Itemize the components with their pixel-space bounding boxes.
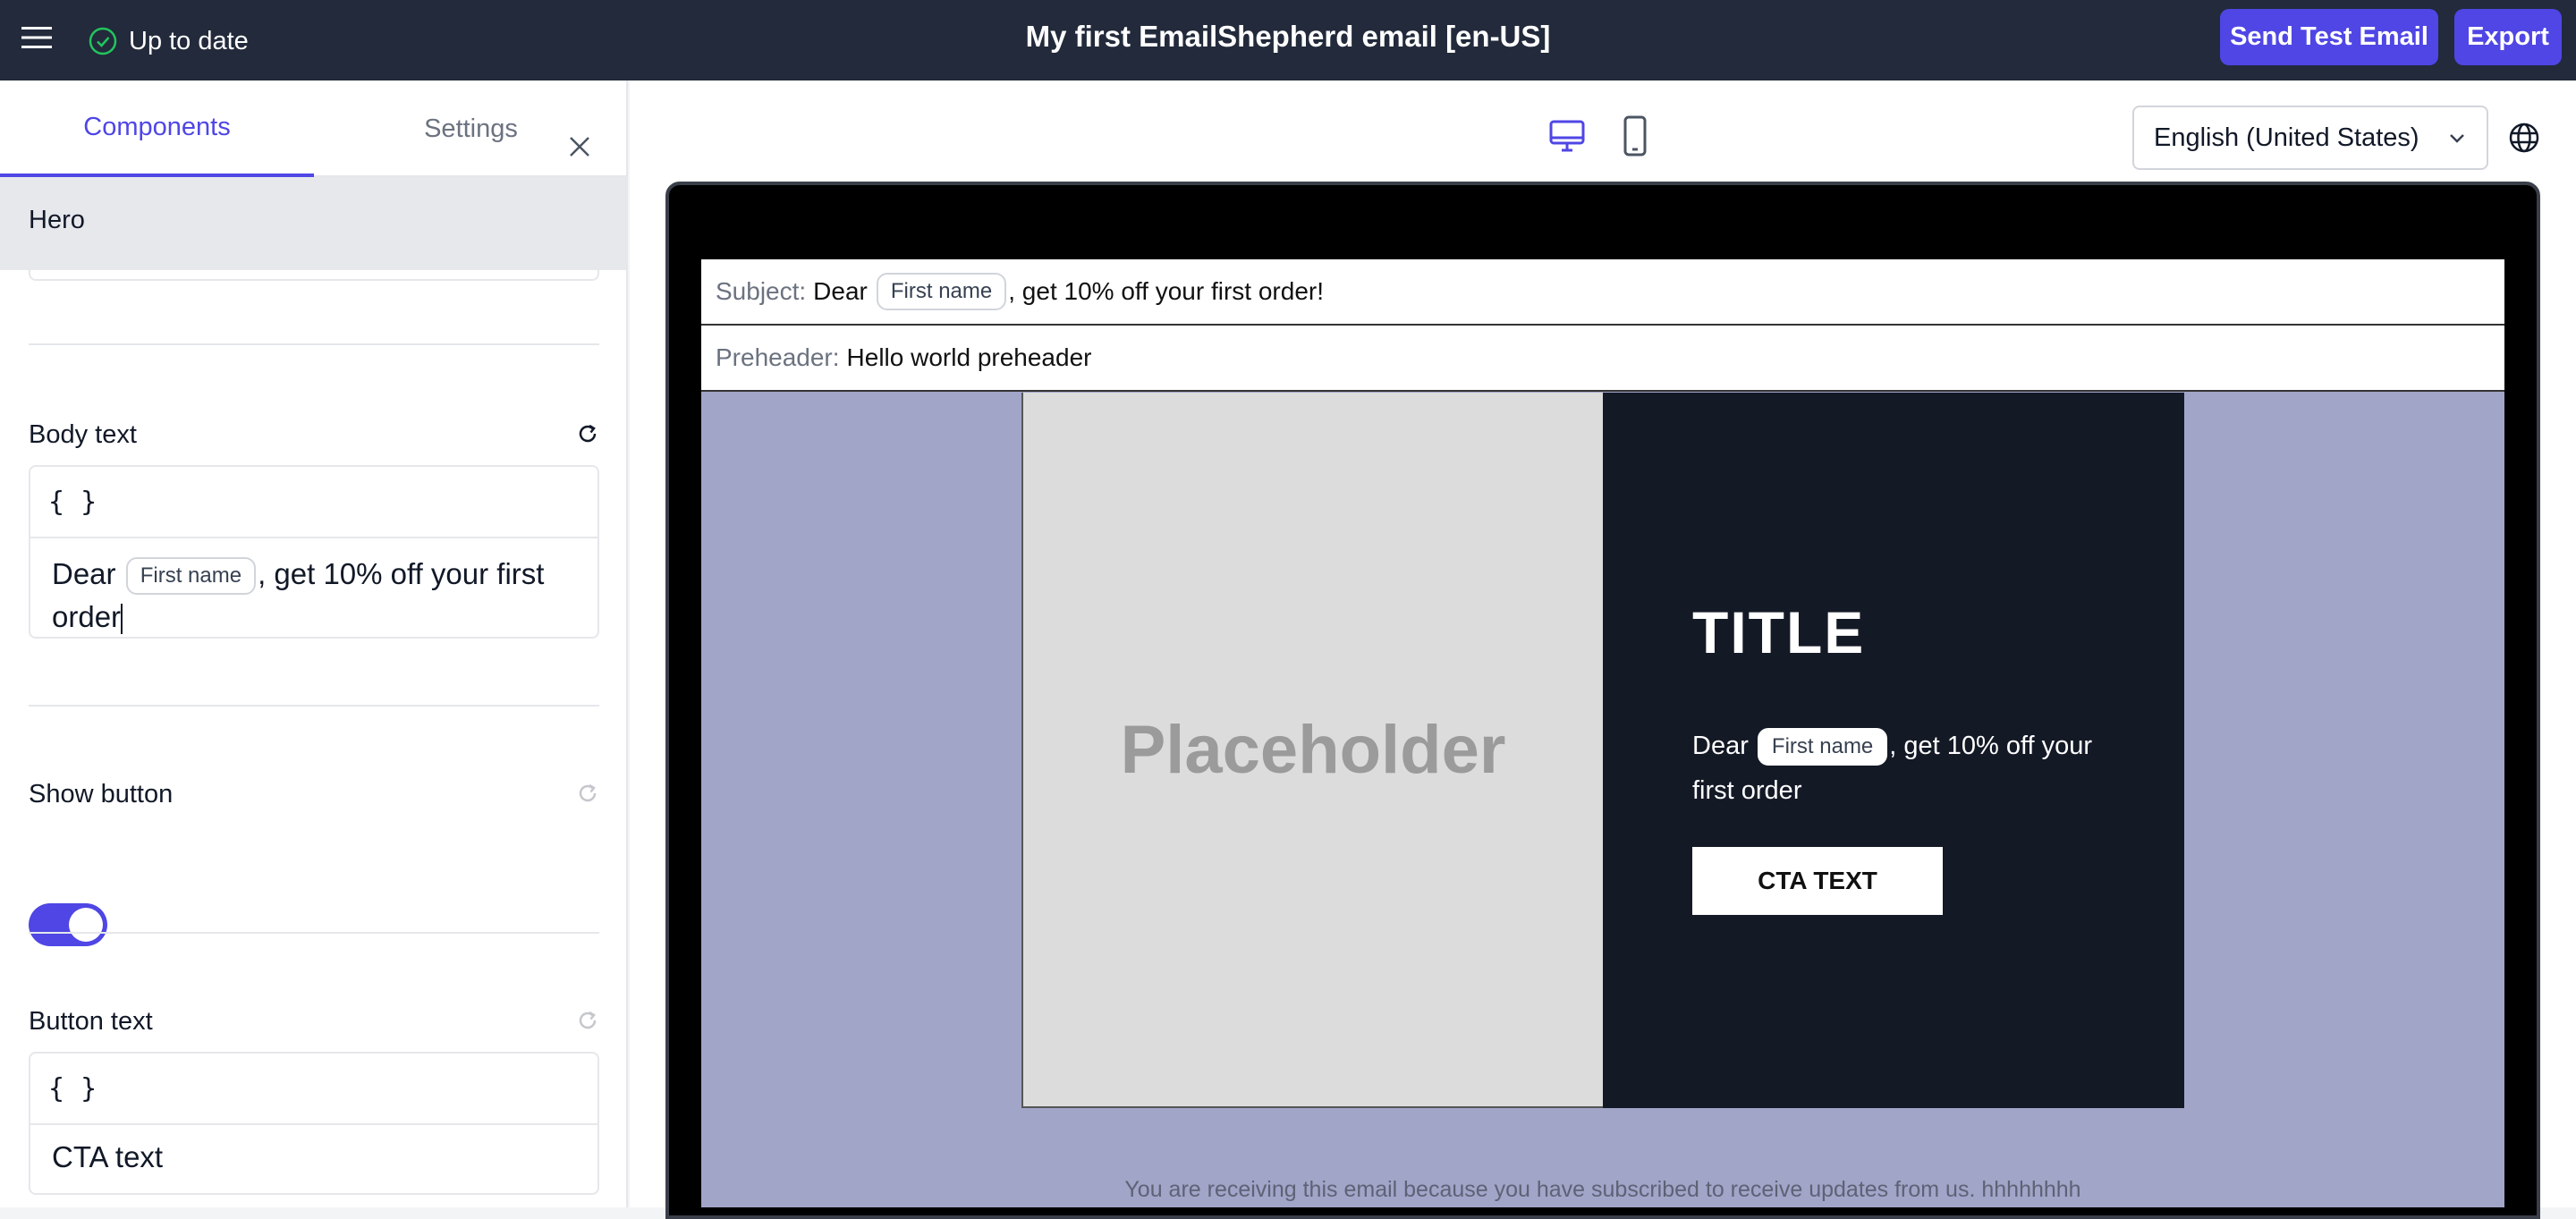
- subject-line: Subject: Dear First name , get 10% off y…: [701, 259, 2504, 326]
- preheader-label: Preheader:: [716, 343, 840, 371]
- subject-after: , get 10% off your first order!: [1008, 277, 1324, 305]
- merge-tag-first-name[interactable]: First name: [876, 273, 1007, 310]
- hero-content: TITLE Dear First name, get 10% off your …: [1603, 393, 2184, 1108]
- email-preview: Subject: Dear First name , get 10% off y…: [701, 259, 2504, 1207]
- body-text-before: Dear: [52, 557, 116, 590]
- locale-select[interactable]: English (United States): [2132, 106, 2488, 170]
- insert-variable-button[interactable]: { }: [30, 1054, 597, 1125]
- hamburger-menu-icon[interactable]: [20, 23, 54, 52]
- merge-tag-first-name[interactable]: First name: [1757, 728, 1888, 766]
- divider: [29, 932, 599, 934]
- body-text-field[interactable]: { } Dear First name, get 10% off your fi…: [29, 465, 599, 639]
- hero-body-before: Dear: [1692, 732, 1749, 760]
- preheader-line: Preheader: Hello world preheader: [701, 326, 2504, 392]
- check-circle-icon: [89, 27, 117, 55]
- send-test-email-button[interactable]: Send Test Email: [2220, 9, 2438, 65]
- previous-field-edge: [29, 270, 599, 281]
- section-header: Hero: [0, 177, 626, 270]
- button-text-input[interactable]: CTA text: [30, 1125, 597, 1193]
- divider: [29, 705, 599, 707]
- subject-before: Dear: [813, 277, 868, 305]
- export-button[interactable]: Export: [2454, 9, 2562, 65]
- section-title: Hero: [29, 206, 85, 234]
- insert-variable-button[interactable]: { }: [30, 467, 597, 538]
- subject-label: Subject:: [716, 277, 807, 305]
- panel-tabs: Components Settings: [0, 80, 626, 177]
- hero-block[interactable]: Placeholder TITLE Dear First name, get 1…: [1021, 393, 2184, 1108]
- chevron-down-icon: [2450, 134, 2464, 143]
- desktop-view-icon[interactable]: [1547, 116, 1587, 156]
- show-button-label: Show button: [29, 780, 174, 808]
- save-status-label: Up to date: [129, 26, 249, 55]
- document-title: My first EmailShepherd email [en-US]: [1025, 20, 1551, 53]
- body-text-editor[interactable]: Dear First name, get 10% off your first …: [30, 538, 597, 653]
- save-status: Up to date: [88, 21, 249, 61]
- component-editor-panel: Components Settings Hero Body text { } D…: [0, 80, 628, 1207]
- reset-icon[interactable]: [576, 782, 599, 805]
- hero-title[interactable]: TITLE: [1692, 598, 1865, 666]
- reset-icon[interactable]: [576, 1009, 599, 1032]
- top-bar: Up to date My first EmailShepherd email …: [0, 0, 2576, 80]
- cta-button[interactable]: CTA TEXT: [1692, 847, 1943, 915]
- preheader-text: Hello world preheader: [846, 343, 1092, 371]
- button-text-label: Button text: [29, 1007, 153, 1036]
- merge-tag-first-name[interactable]: First name: [125, 557, 257, 596]
- show-button-toggle[interactable]: [29, 903, 107, 946]
- reset-icon[interactable]: [576, 422, 599, 445]
- globe-icon[interactable]: [2508, 122, 2540, 154]
- text-cursor: [121, 604, 123, 635]
- body-text-label: Body text: [29, 420, 137, 449]
- hero-image-placeholder[interactable]: Placeholder: [1021, 393, 1603, 1108]
- hero-body-after: , get 10% off your first order: [1692, 732, 2093, 805]
- button-text-field[interactable]: { } CTA text: [29, 1052, 599, 1195]
- email-footer-text: You are receiving this email because you…: [1124, 1177, 2081, 1202]
- toggle-knob: [69, 908, 103, 942]
- close-icon[interactable]: [565, 132, 594, 161]
- tab-settings[interactable]: Settings: [314, 80, 626, 177]
- divider: [29, 343, 599, 345]
- hero-body-text[interactable]: Dear First name, get 10% off your first …: [1692, 724, 2113, 813]
- mobile-view-icon[interactable]: [1617, 114, 1653, 157]
- tab-components[interactable]: Components: [0, 80, 314, 177]
